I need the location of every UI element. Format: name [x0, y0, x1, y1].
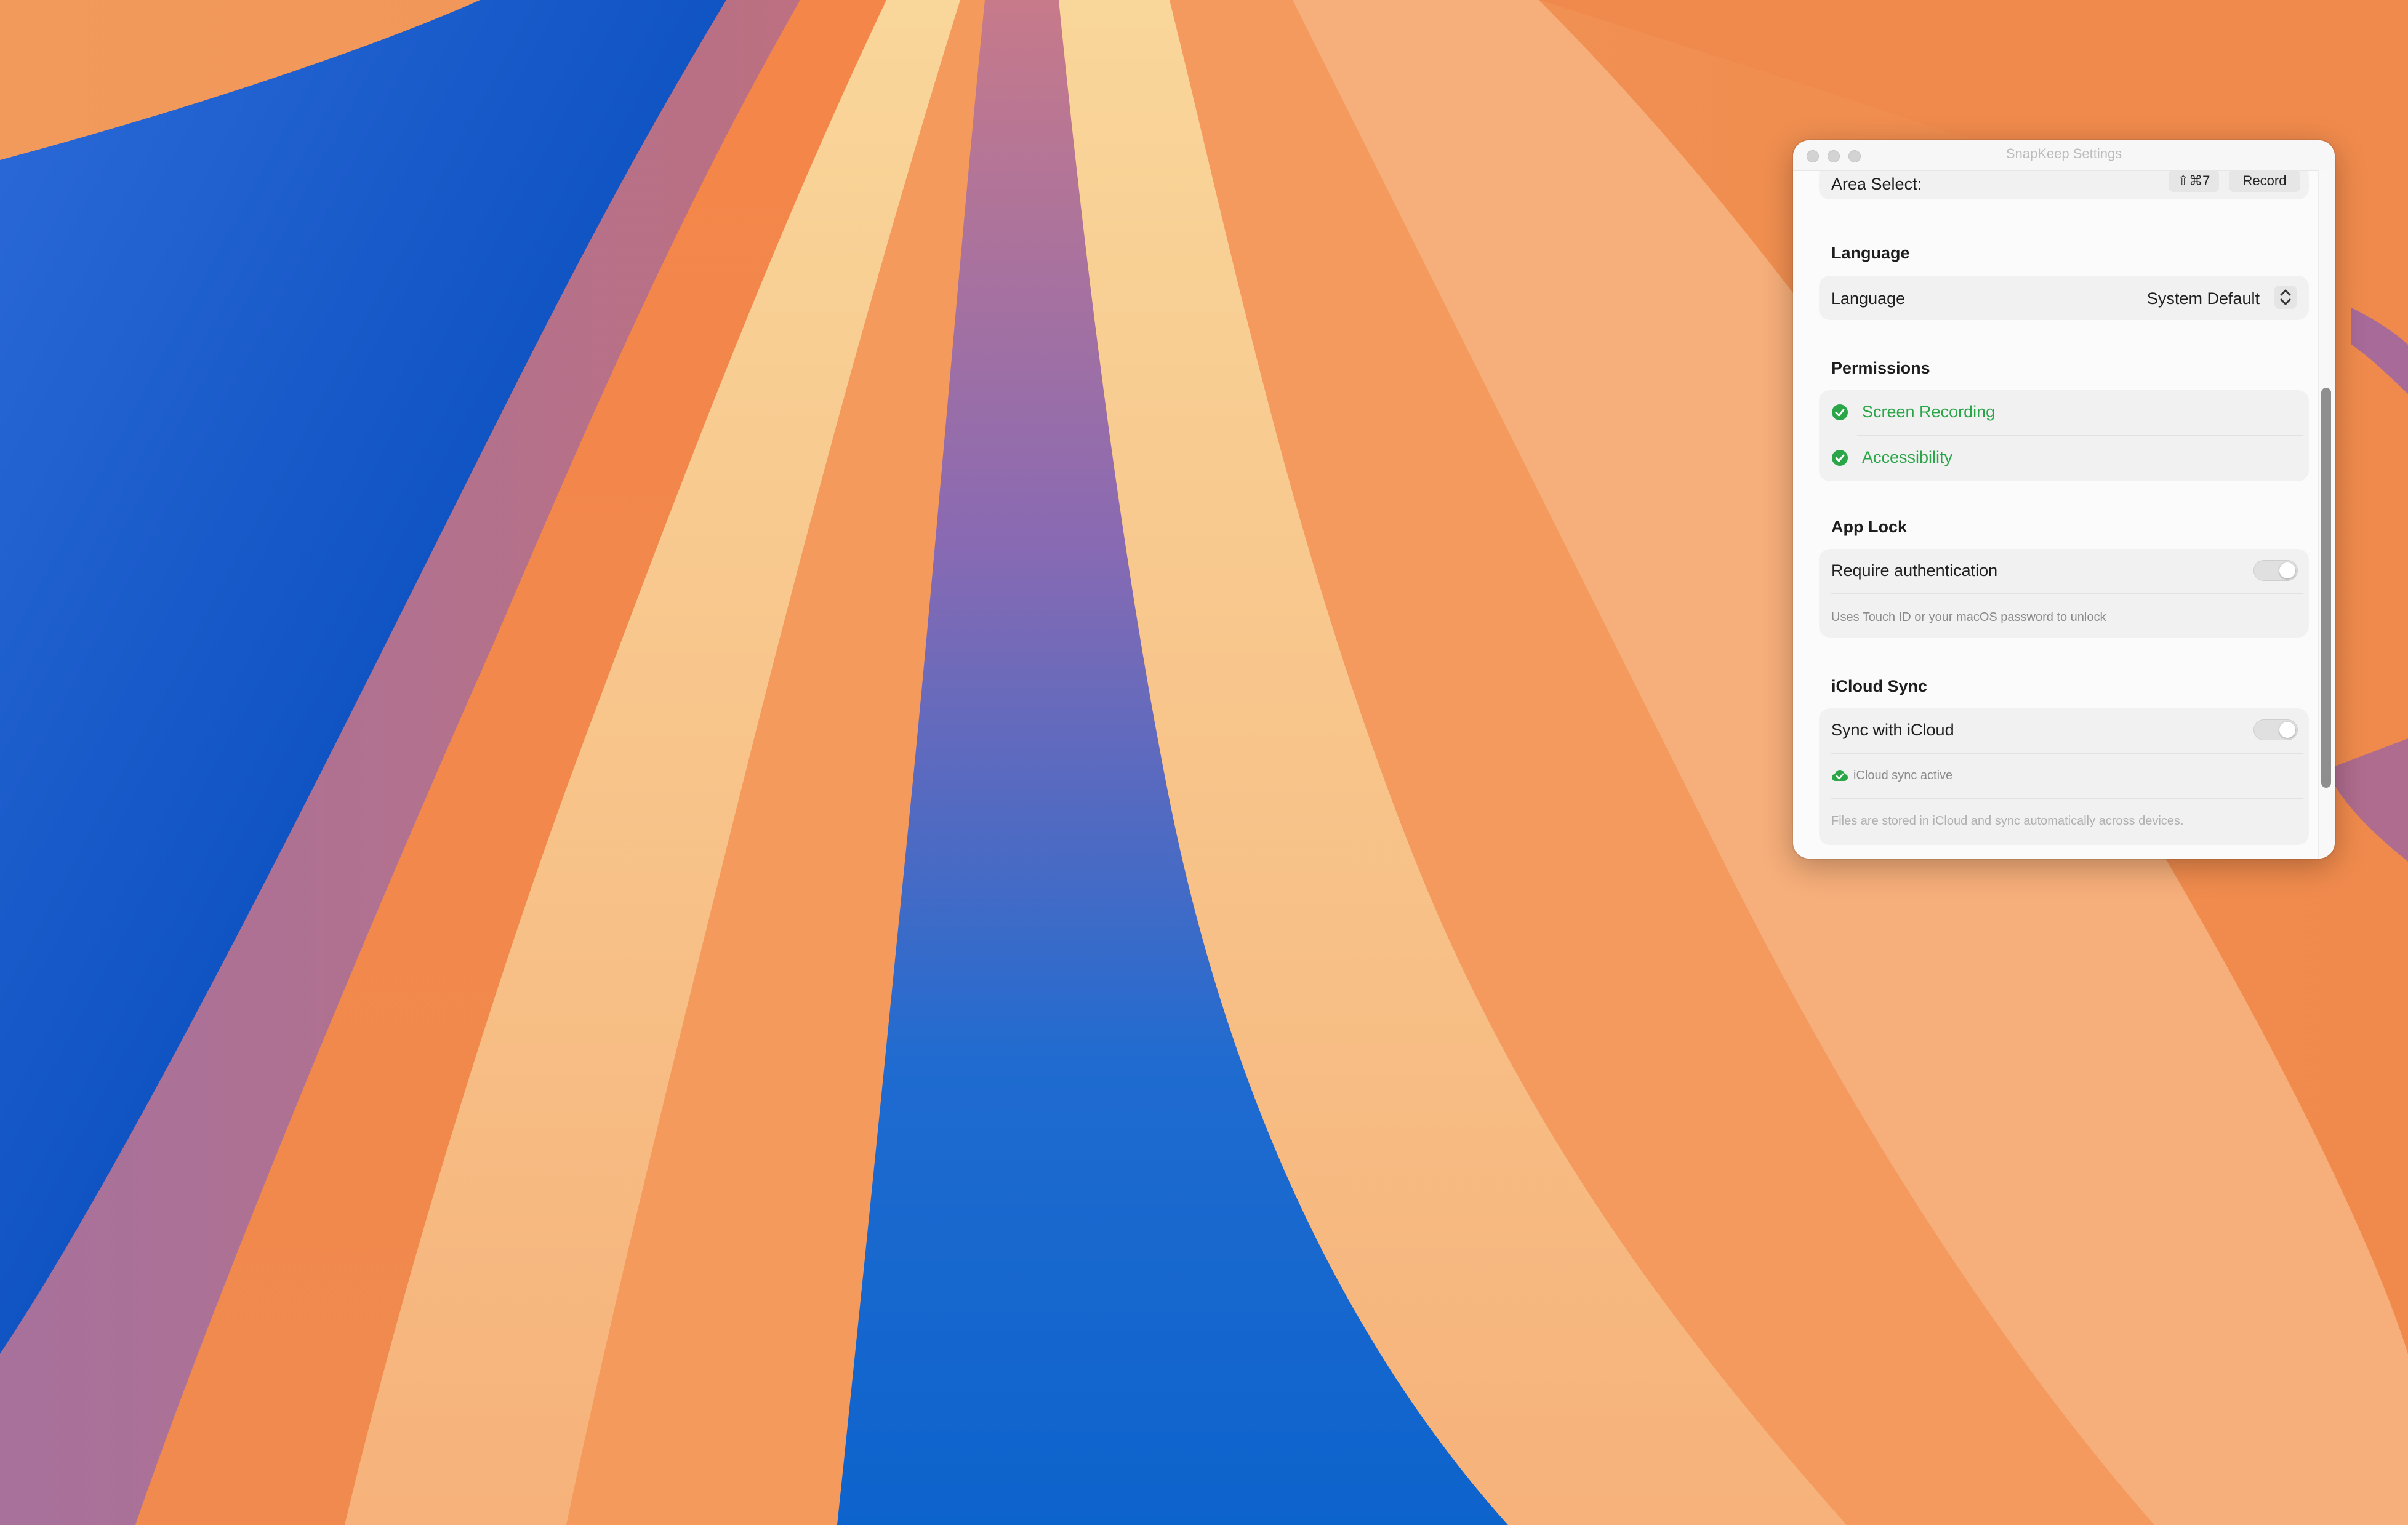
- app-lock-section-title: App Lock: [1831, 518, 1908, 536]
- desktop: SnapKeep Settings Area Select: ⇧⌘7 Recor…: [0, 0, 2408, 1525]
- cloud-check-icon: [1832, 770, 1848, 781]
- icloud-card: Sync with iCloud iCloud sync active File…: [1819, 708, 2309, 845]
- language-selected-value: System Default: [2146, 289, 2260, 308]
- language-select[interactable]: System Default: [2112, 276, 2309, 320]
- accessibility-label: Accessibility: [1862, 448, 1953, 466]
- icloud-section-title: iCloud Sync: [1831, 677, 1928, 695]
- divider: [1831, 753, 2303, 754]
- sync-with-icloud-toggle[interactable]: [2253, 719, 2298, 740]
- sync-with-icloud-label: Sync with iCloud: [1831, 721, 1954, 739]
- language-row: Language System Default: [1819, 276, 2309, 320]
- settings-content: Area Select: ⇧⌘7 Record Language Languag…: [1793, 171, 2335, 859]
- icloud-status: iCloud sync active: [1853, 769, 1953, 782]
- app-lock-note: Uses Touch ID or your macOS password to …: [1831, 610, 2106, 624]
- area-select-label: Area Select:: [1831, 175, 1922, 193]
- require-authentication-toggle[interactable]: [2253, 560, 2298, 581]
- area-select-shortcut-keys[interactable]: ⇧⌘7: [2169, 171, 2219, 192]
- divider: [1857, 435, 2303, 436]
- divider: [1831, 798, 2303, 799]
- divider: [1831, 593, 2303, 594]
- icloud-note: Files are stored in iCloud and sync auto…: [1831, 814, 2184, 828]
- chevron-up-down-icon: [2274, 286, 2297, 309]
- settings-window: SnapKeep Settings Area Select: ⇧⌘7 Recor…: [1793, 140, 2335, 859]
- record-shortcut-button[interactable]: Record: [2229, 171, 2300, 192]
- require-authentication-label: Require authentication: [1831, 561, 1998, 580]
- screen-recording-label: Screen Recording: [1862, 402, 1996, 421]
- permissions-card: Screen Recording Accessibility: [1819, 390, 2309, 481]
- language-section-title: Language: [1831, 244, 1910, 262]
- window-title: SnapKeep Settings: [2005, 146, 2122, 161]
- area-select-row: Area Select: ⇧⌘7 Record: [1819, 171, 2309, 199]
- title-bar[interactable]: SnapKeep Settings: [1793, 140, 2335, 171]
- scrollbar-thumb[interactable]: [2321, 388, 2331, 788]
- permissions-section-title: Permissions: [1831, 359, 1930, 377]
- check-circle-icon: [1832, 404, 1848, 420]
- language-label: Language: [1831, 289, 1906, 308]
- check-circle-icon: [1832, 450, 1848, 466]
- app-lock-card: Require authentication Uses Touch ID or …: [1819, 549, 2309, 638]
